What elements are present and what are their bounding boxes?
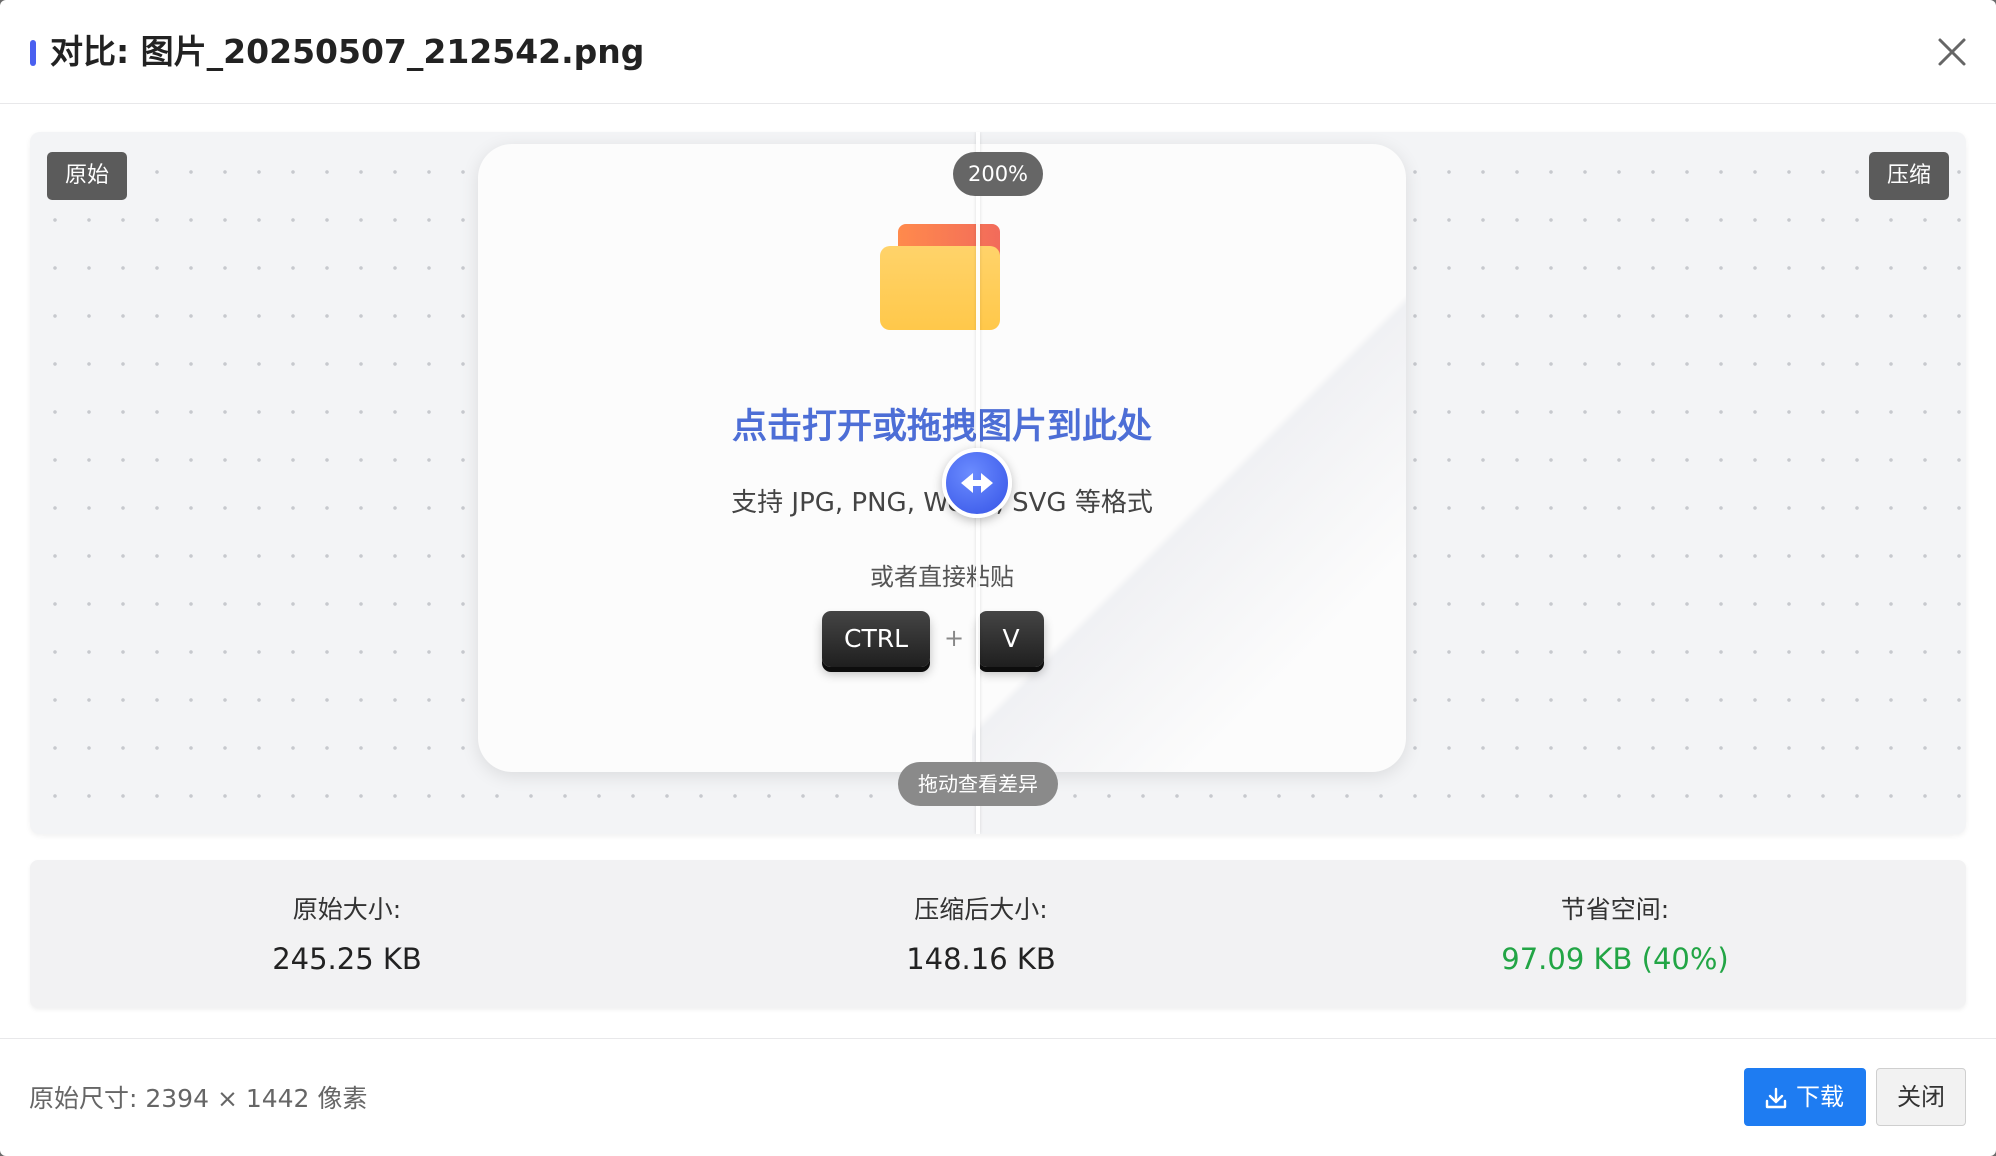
drag-handle[interactable] — [942, 448, 1012, 518]
folder-icon — [880, 224, 1000, 330]
compressed-size-label: 压缩后大小: — [914, 895, 1048, 924]
compare-stage[interactable]: 原始 压缩 点击打开或拖拽图片到此处 支持 JPG, PNG, WebP, SV… — [30, 132, 1966, 834]
size-stats: 原始大小: 245.25 KB 压缩后大小: 148.16 KB 节省空间: 9… — [30, 860, 1966, 1008]
v-key: V — [978, 611, 1044, 667]
stat-saved: 节省空间: 97.09 KB (40%) — [1298, 860, 1932, 1008]
compressed-size-value: 148.16 KB — [906, 942, 1056, 976]
original-size-label: 原始大小: — [292, 895, 402, 924]
original-dimensions: 原始尺寸: 2394 × 1442 像素 — [29, 1084, 368, 1113]
compare-dialog: 对比: 图片_20250507_212542.png 原始 压缩 点击打开或拖拽… — [0, 0, 1996, 1156]
saved-space-value: 97.09 KB (40%) — [1501, 942, 1729, 976]
dialog-header: 对比: 图片_20250507_212542.png — [0, 0, 1996, 104]
title-accent-bar — [30, 40, 36, 66]
compressed-tag: 压缩 — [1868, 152, 1949, 200]
dialog-footer: 原始尺寸: 2394 × 1442 像素 下载 关闭 — [0, 1038, 1996, 1156]
close-button[interactable]: 关闭 — [1876, 1068, 1966, 1126]
drop-title: 点击打开或拖拽图片到此处 — [731, 407, 1152, 447]
close-icon[interactable] — [1930, 30, 1974, 74]
download-label: 下载 — [1796, 1083, 1844, 1111]
zoom-level: 200% — [953, 152, 1043, 196]
paste-hint: 或者直接粘贴 — [870, 563, 1014, 591]
original-size-value: 245.25 KB — [272, 942, 422, 976]
stat-original: 原始大小: 245.25 KB — [30, 860, 664, 1008]
dropzone-card[interactable]: 点击打开或拖拽图片到此处 支持 JPG, PNG, WebP, SVG 等格式 … — [478, 144, 1406, 772]
ctrl-key: CTRL — [822, 611, 930, 667]
dialog-title: 对比: 图片_20250507_212542.png — [50, 32, 645, 71]
plus-sign: + — [943, 624, 965, 652]
original-tag: 原始 — [47, 152, 128, 200]
saved-space-label: 节省空间: — [1560, 895, 1670, 924]
card-sheen — [972, 144, 1406, 772]
stat-compressed: 压缩后大小: 148.16 KB — [664, 860, 1298, 1008]
download-button[interactable]: 下载 — [1744, 1068, 1866, 1126]
drag-hint: 拖动查看差异 — [898, 762, 1058, 806]
